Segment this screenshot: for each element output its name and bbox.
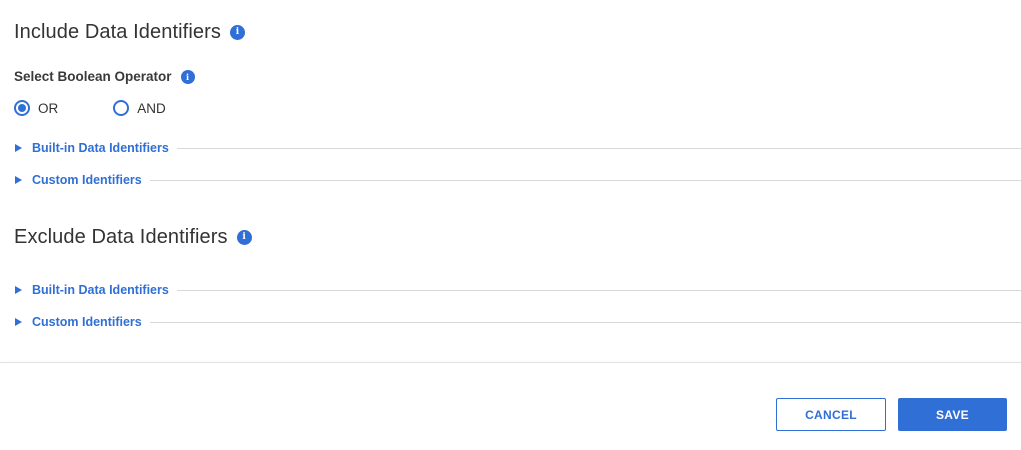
exclude-title-text: Exclude Data Identifiers <box>14 226 228 248</box>
info-icon[interactable]: i <box>180 69 195 84</box>
save-button[interactable]: SAVE <box>898 398 1007 431</box>
divider <box>149 179 1021 181</box>
radio-or[interactable]: OR <box>14 100 58 116</box>
exclude-builtin-label[interactable]: Built-in Data Identifiers <box>32 283 169 297</box>
exclude-builtin-expander[interactable]: Built-in Data Identifiers <box>14 282 1021 298</box>
radio-or-label: OR <box>38 100 59 116</box>
radio-and[interactable]: AND <box>113 100 166 116</box>
divider <box>149 321 1021 323</box>
boolean-operator-label-text: Select Boolean Operator <box>14 69 172 84</box>
footer-divider <box>0 362 1021 363</box>
include-section-title: Include Data Identifiers i <box>14 21 245 44</box>
radio-unselected-icon[interactable] <box>113 100 130 116</box>
exclude-custom-expander[interactable]: Custom Identifiers <box>14 314 1021 330</box>
radio-and-label: AND <box>137 100 166 116</box>
include-builtin-expander[interactable]: Built-in Data Identifiers <box>14 140 1021 156</box>
include-builtin-label[interactable]: Built-in Data Identifiers <box>32 141 169 155</box>
triangle-right-icon <box>15 318 22 326</box>
triangle-right-icon <box>15 144 22 152</box>
cancel-button[interactable]: CANCEL <box>776 398 886 431</box>
identifiers-panel: Include Data Identifiers i Select Boolea… <box>0 0 1021 450</box>
exclude-custom-label[interactable]: Custom Identifiers <box>32 315 142 329</box>
exclude-section-title: Exclude Data Identifiers i <box>14 226 252 249</box>
include-title-text: Include Data Identifiers <box>14 21 221 43</box>
triangle-right-icon <box>15 176 22 184</box>
divider <box>176 147 1021 149</box>
boolean-operator-label: Select Boolean Operator i <box>14 69 195 84</box>
radio-selected-icon[interactable] <box>14 100 30 116</box>
divider <box>176 289 1021 291</box>
include-custom-expander[interactable]: Custom Identifiers <box>14 172 1021 188</box>
identifiers-content: Include Data Identifiers i Select Boolea… <box>14 0 1021 364</box>
include-custom-label[interactable]: Custom Identifiers <box>32 173 142 187</box>
info-icon[interactable]: i <box>236 230 252 245</box>
triangle-right-icon <box>15 286 22 294</box>
info-icon[interactable]: i <box>229 25 245 40</box>
boolean-operator-radio-group: OR AND <box>14 100 166 116</box>
